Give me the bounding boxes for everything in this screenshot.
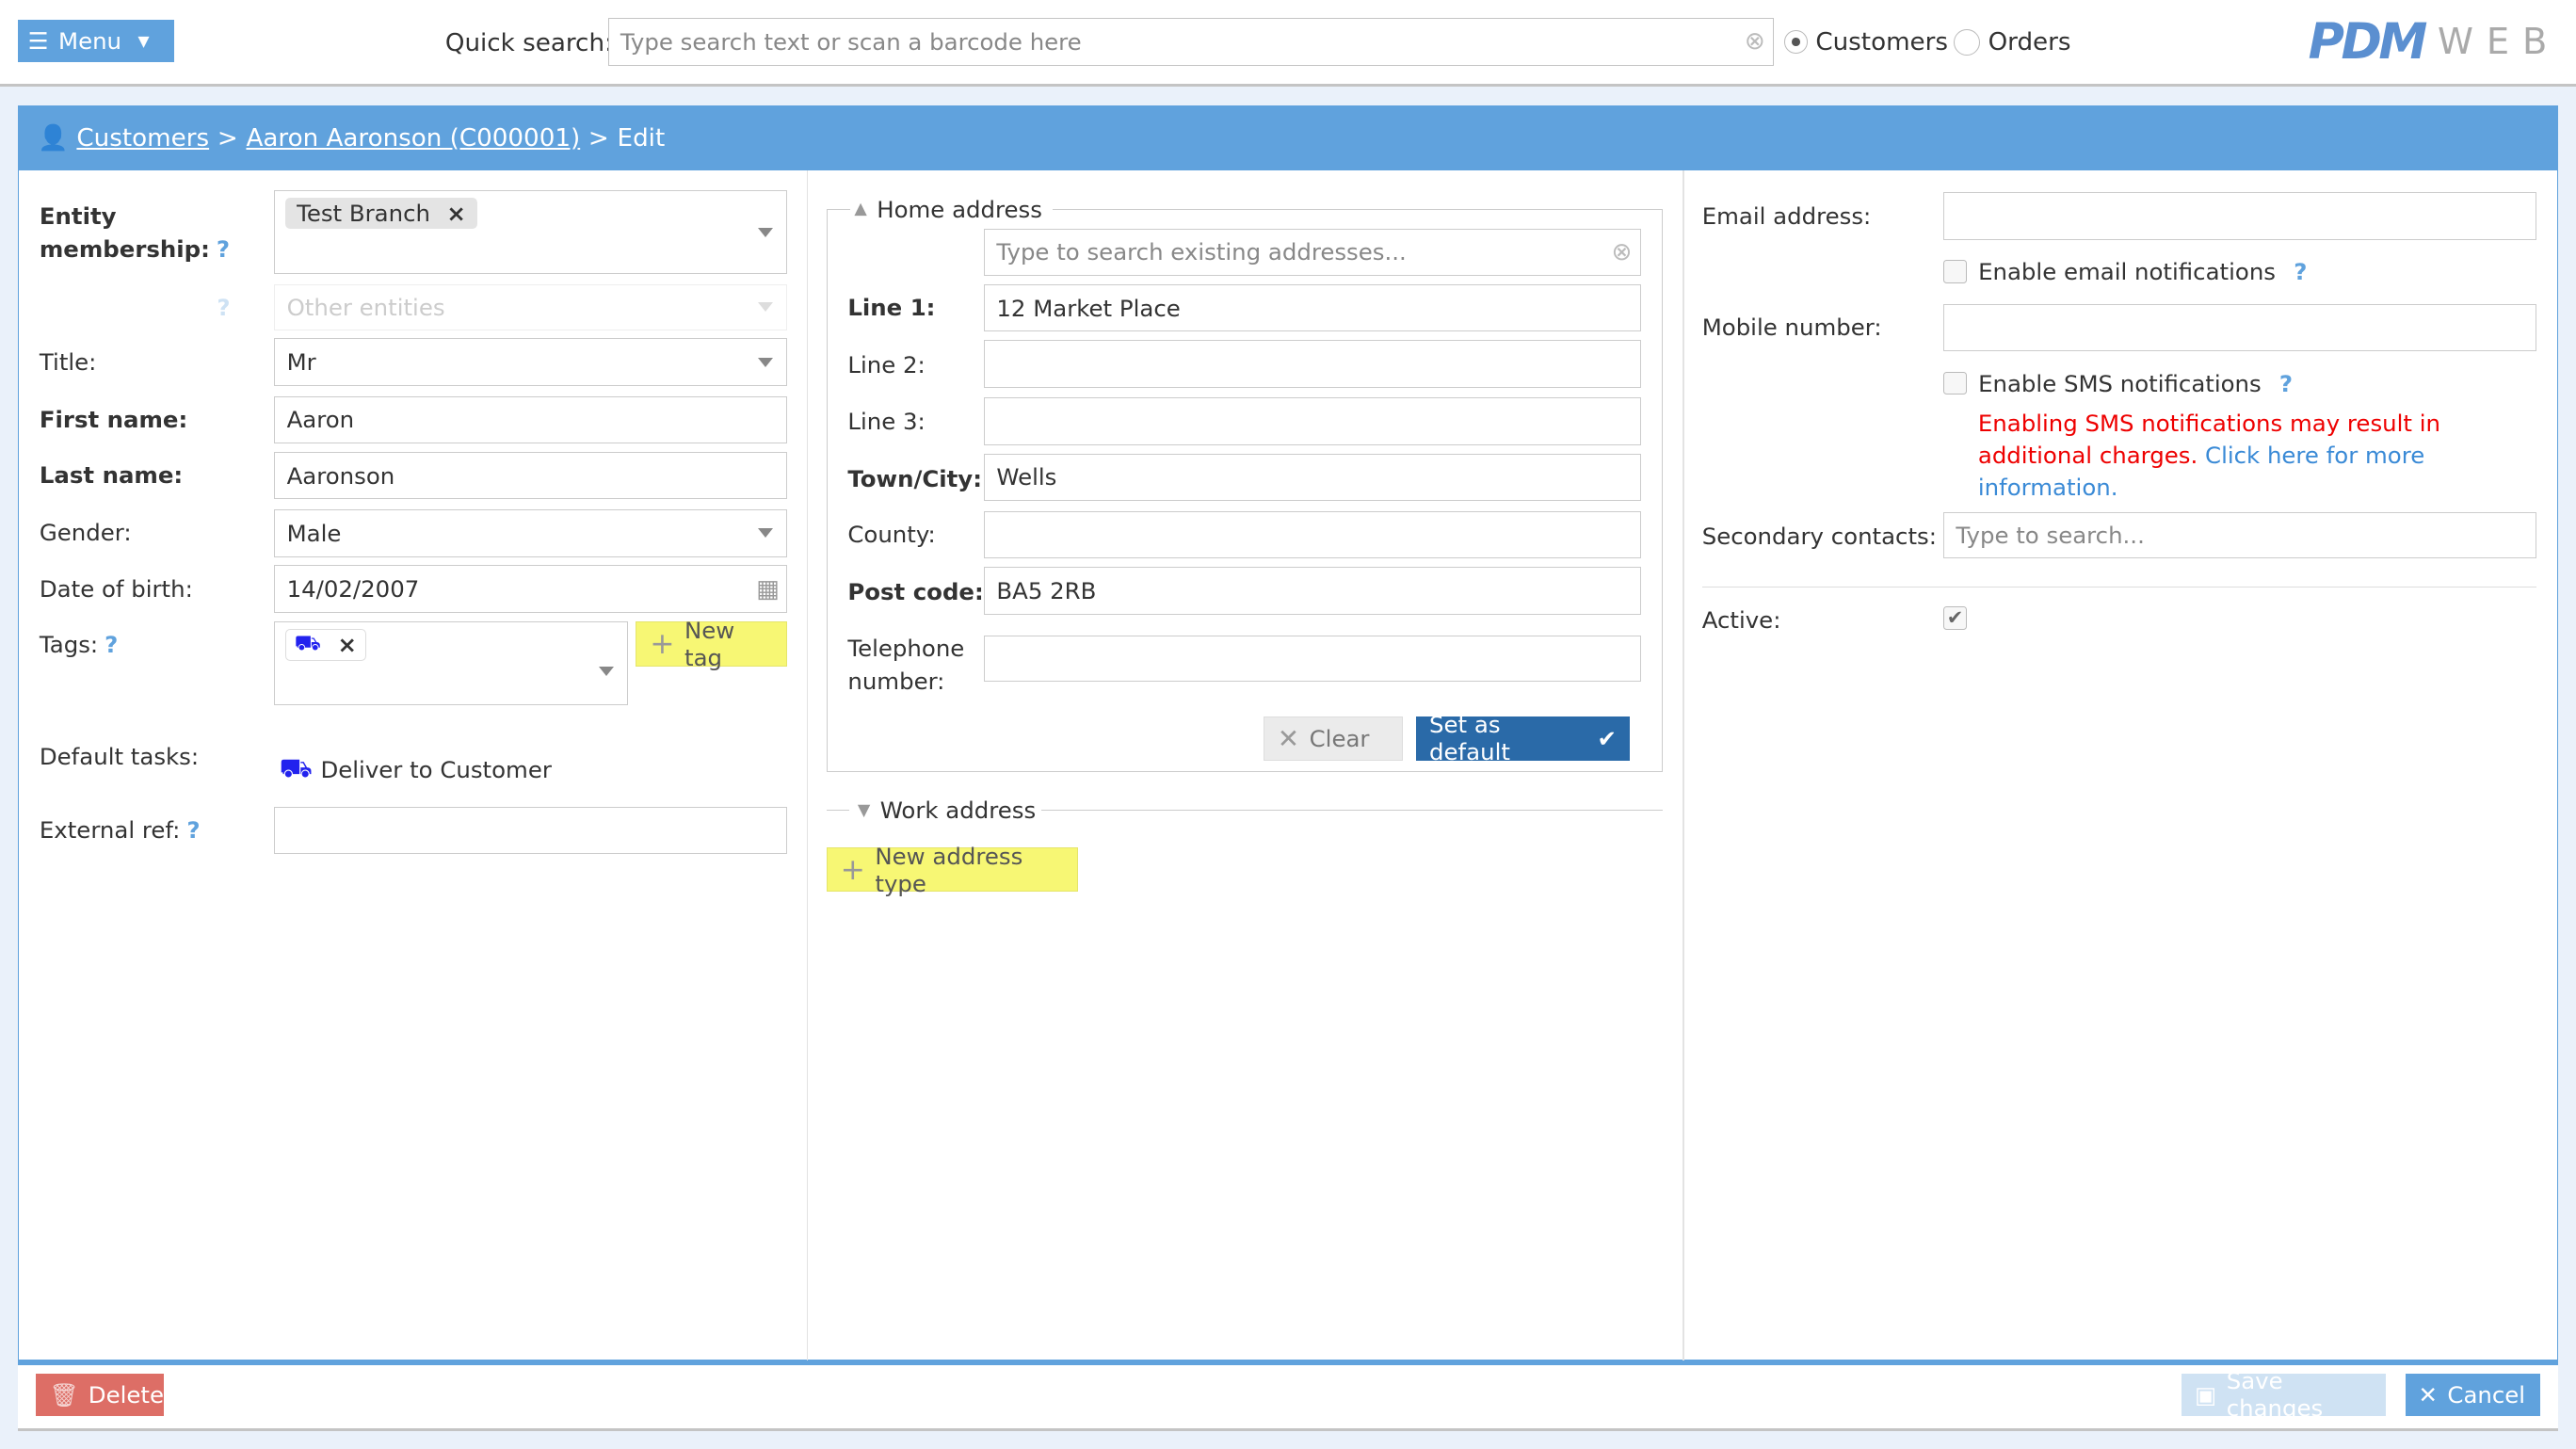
radio-customers[interactable]: Customers bbox=[1783, 28, 1948, 56]
sms-notifications-checkbox[interactable]: Enable SMS notifications? bbox=[1943, 370, 2293, 397]
set-default-button[interactable]: Set as default ✔ bbox=[1416, 711, 1630, 765]
breadcrumb-customers[interactable]: Customers bbox=[76, 124, 209, 153]
other-entities-select[interactable]: Other entities bbox=[274, 283, 787, 330]
tag-chip: ⛟ × bbox=[284, 628, 366, 661]
external-ref-label: External ref:? bbox=[39, 816, 201, 845]
cancel-button[interactable]: ✕ Cancel bbox=[2405, 1373, 2540, 1417]
dob-label: Date of birth: bbox=[39, 574, 193, 603]
dob-input[interactable]: 14/02/2007 ▦ bbox=[274, 565, 787, 613]
chevron-up-icon: ▲ bbox=[854, 200, 867, 219]
work-address-toggle[interactable]: ▼ Work address bbox=[858, 797, 1036, 824]
help-icon[interactable]: ? bbox=[217, 294, 230, 321]
sms-warning: Enabling SMS notifications may result in… bbox=[1977, 409, 2440, 501]
active-checkbox[interactable]: ✔ bbox=[1943, 605, 1967, 630]
truck-icon: ⛟ bbox=[294, 631, 322, 656]
address-search-input[interactable]: Type to search existing addresses... ⊗ bbox=[984, 228, 1642, 277]
gender-label: Gender: bbox=[39, 519, 132, 547]
user-icon: 👤 bbox=[38, 123, 69, 153]
new-tag-button[interactable]: + New tag bbox=[636, 617, 787, 671]
email-label: Email address: bbox=[1701, 201, 1872, 230]
line3-input[interactable] bbox=[984, 397, 1642, 445]
hamburger-icon: ☰ bbox=[27, 27, 49, 56]
remove-icon[interactable]: × bbox=[338, 631, 357, 658]
chevron-down-icon: ▼ bbox=[137, 32, 150, 51]
clear-search-icon[interactable]: ⊗ bbox=[1745, 27, 1765, 56]
active-label: Active: bbox=[1701, 605, 1781, 634]
first-name-input[interactable]: Aaron bbox=[274, 395, 787, 444]
check-icon: ✔ bbox=[1597, 724, 1617, 752]
new-address-type-button[interactable]: + New address type bbox=[826, 843, 1078, 897]
default-task-item: ⛟ Deliver to Customer bbox=[280, 752, 552, 787]
clear-icon[interactable]: ⊗ bbox=[1612, 238, 1633, 266]
menu-button[interactable]: ☰ Menu ▼ bbox=[18, 19, 174, 63]
first-name-label: First name: bbox=[39, 405, 188, 433]
postcode-input[interactable]: BA5 2RB bbox=[984, 566, 1642, 615]
postcode-label: Post code: bbox=[847, 578, 984, 606]
help-icon[interactable]: ? bbox=[2294, 258, 2307, 285]
help-icon[interactable]: ? bbox=[217, 235, 230, 263]
plus-icon: + bbox=[840, 852, 865, 887]
secondary-contacts-input[interactable]: Type to search... bbox=[1943, 512, 2537, 559]
line2-label: Line 2: bbox=[847, 351, 926, 379]
delete-button[interactable]: 🗑 Delete bbox=[36, 1373, 165, 1417]
clear-button[interactable]: ✕ Clear bbox=[1263, 716, 1404, 761]
close-icon: ✕ bbox=[2418, 1380, 2438, 1409]
chevron-down-icon: ▼ bbox=[857, 800, 871, 820]
trash-icon: 🗑 bbox=[49, 1380, 79, 1409]
quick-search-input[interactable]: Type search text or scan a barcode here … bbox=[607, 18, 1775, 66]
divider bbox=[1701, 586, 2537, 588]
logo: PDM WEB bbox=[2308, 12, 2561, 71]
county-input[interactable] bbox=[984, 510, 1642, 559]
top-bar: ☰ Menu ▼ Quick search: Type search text … bbox=[0, 0, 2576, 87]
tags-select[interactable]: ⛟ × bbox=[274, 620, 628, 705]
plus-icon: + bbox=[650, 626, 675, 661]
breadcrumb: 👤 Customers > Aaron Aaronson (C000001) >… bbox=[18, 105, 2558, 171]
county-label: County: bbox=[847, 521, 936, 549]
mobile-input[interactable] bbox=[1943, 303, 2537, 352]
tags-label: Tags:? bbox=[39, 631, 119, 659]
gender-select[interactable]: Male bbox=[274, 508, 787, 557]
breadcrumb-current: Edit bbox=[617, 123, 666, 153]
column-divider bbox=[806, 170, 809, 1360]
line1-label: Line 1: bbox=[847, 294, 936, 322]
line3-label: Line 3: bbox=[847, 407, 926, 435]
town-label: Town/City: bbox=[847, 464, 982, 492]
line2-input[interactable] bbox=[984, 340, 1642, 388]
radio-orders[interactable]: Orders bbox=[1953, 28, 2071, 56]
entity-chip: Test Branch × bbox=[284, 198, 478, 229]
last-name-label: Last name: bbox=[39, 461, 184, 490]
entity-membership-select[interactable]: Test Branch × bbox=[274, 190, 787, 275]
title-label: Title: bbox=[39, 347, 97, 376]
help-icon[interactable]: ? bbox=[2279, 370, 2293, 397]
breadcrumb-customer[interactable]: Aaron Aaronson (C000001) bbox=[246, 124, 580, 153]
entity-membership-label: Entity membership:? bbox=[39, 201, 230, 263]
email-input[interactable] bbox=[1943, 192, 2537, 240]
remove-icon[interactable]: × bbox=[446, 200, 465, 227]
secondary-contacts-label: Secondary contacts: bbox=[1701, 522, 1937, 550]
column-divider bbox=[1682, 170, 1684, 1360]
quick-search-label: Quick search: bbox=[444, 29, 613, 58]
telephone-input[interactable] bbox=[984, 636, 1642, 683]
default-tasks-label: Default tasks: bbox=[39, 742, 200, 770]
close-icon: ✕ bbox=[1277, 722, 1300, 754]
save-icon: ▣ bbox=[2195, 1380, 2217, 1409]
footer-bar bbox=[18, 1360, 2558, 1431]
mobile-label: Mobile number: bbox=[1701, 314, 1882, 342]
home-address-toggle[interactable]: ▲ Home address bbox=[854, 196, 1042, 223]
email-notifications-checkbox[interactable]: Enable email notifications? bbox=[1943, 258, 2307, 285]
telephone-label: Telephone number: bbox=[847, 634, 965, 695]
last-name-input[interactable]: Aaronson bbox=[274, 451, 787, 500]
truck-icon: ⛟ bbox=[279, 752, 313, 784]
calendar-icon[interactable]: ▦ bbox=[756, 575, 780, 604]
title-select[interactable]: Mr bbox=[274, 338, 787, 387]
help-icon[interactable]: ? bbox=[186, 816, 200, 844]
help-icon[interactable]: ? bbox=[105, 631, 118, 658]
line1-input[interactable]: 12 Market Place bbox=[984, 283, 1642, 332]
town-input[interactable]: Wells bbox=[984, 453, 1642, 502]
save-changes-button[interactable]: ▣ Save changes bbox=[2182, 1367, 2386, 1422]
external-ref-input[interactable] bbox=[274, 806, 787, 855]
